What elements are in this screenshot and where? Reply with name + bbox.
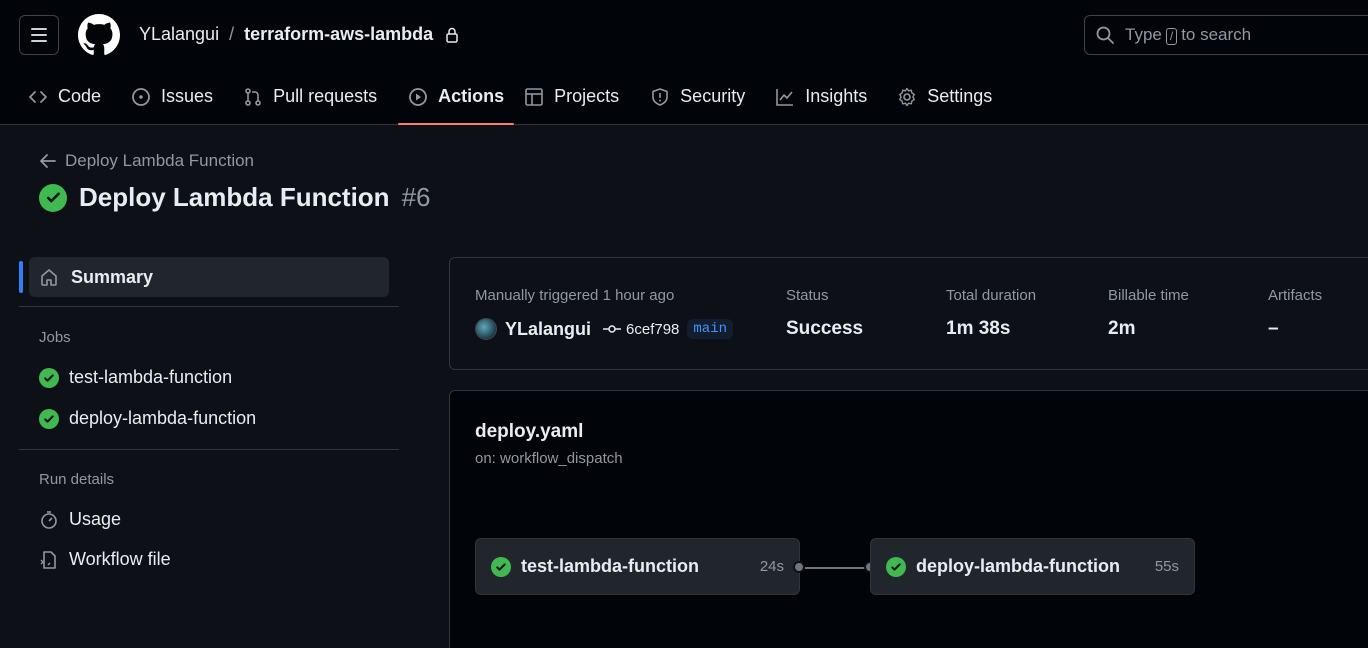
tab-label: Security xyxy=(680,86,746,106)
repo-owner-link[interactable]: YLalangui xyxy=(139,24,219,45)
sidebar-item-usage[interactable]: Usage xyxy=(39,509,121,530)
duration-label: Total duration xyxy=(946,287,1037,304)
graph-icon xyxy=(776,88,794,106)
menu-bar xyxy=(31,34,47,36)
search-icon xyxy=(1096,26,1114,44)
sidebar-item-label: Summary xyxy=(71,266,154,287)
github-logo-icon[interactable] xyxy=(78,14,120,56)
artifacts-label: Artifacts xyxy=(1268,287,1323,304)
success-check-icon xyxy=(39,408,59,429)
workflow-graph-card: deploy.yaml on: workflow_dispatch test-l… xyxy=(449,390,1368,648)
sidebar-item-label: deploy-lambda-function xyxy=(69,408,257,428)
repo-header: YLalangui / terraform-aws-lambda Type / to… xyxy=(0,0,1368,125)
back-to-workflow-link[interactable]: Deploy Lambda Function xyxy=(39,151,254,171)
repo-name-link[interactable]: terraform-aws-lambda xyxy=(244,24,433,45)
status-value: Success xyxy=(786,318,864,339)
tab-projects[interactable]: Projects xyxy=(514,68,629,125)
tab-label: Issues xyxy=(161,86,214,106)
search-placeholder-post: to search xyxy=(1181,25,1252,44)
tab-settings[interactable]: Settings xyxy=(887,68,1002,125)
sidebar-job-deploy[interactable]: deploy-lambda-function xyxy=(39,408,256,429)
tab-label: Actions xyxy=(438,86,505,106)
success-check-icon xyxy=(886,556,906,577)
menu-bar xyxy=(31,28,47,30)
code-icon xyxy=(29,90,47,103)
job-name: deploy-lambda-function xyxy=(916,556,1120,576)
shield-icon xyxy=(652,87,668,106)
job-duration: 55s xyxy=(1154,558,1179,575)
tab-label: Code xyxy=(58,86,102,106)
menu-bar xyxy=(31,40,47,42)
sidebar-divider xyxy=(19,306,399,307)
billable-label: Billable time xyxy=(1108,287,1189,304)
trigger-label: Manually triggered 1 hour ago xyxy=(475,287,675,304)
status-label: Status xyxy=(786,287,829,304)
workflow-file-name[interactable]: deploy.yaml xyxy=(475,421,583,443)
tab-label: Projects xyxy=(554,86,620,106)
tab-security[interactable]: Security xyxy=(640,68,755,125)
search-shortcut-key: / xyxy=(1165,28,1178,45)
tab-issues[interactable]: Issues xyxy=(121,68,223,125)
back-label: Deploy Lambda Function xyxy=(65,151,255,170)
home-icon xyxy=(41,269,57,286)
commit-sha: 6cef798 xyxy=(626,320,680,338)
run-details-heading: Run details xyxy=(39,471,115,488)
arrow-left-icon xyxy=(40,154,56,168)
tab-code[interactable]: Code xyxy=(18,68,111,125)
tab-label: Settings xyxy=(927,86,993,106)
tab-pull-requests[interactable]: Pull requests xyxy=(233,68,387,125)
pull-request-icon xyxy=(245,87,261,106)
artifacts-value: – xyxy=(1268,318,1279,339)
gear-icon xyxy=(899,87,916,106)
connector-dot xyxy=(793,561,805,573)
jobs-heading: Jobs xyxy=(39,329,71,346)
page-title: Deploy Lambda Function #6 xyxy=(39,182,431,213)
branch-badge[interactable]: main xyxy=(687,319,734,339)
breadcrumb-separator: / xyxy=(229,24,235,44)
stopwatch-icon xyxy=(41,510,57,529)
sidebar-item-label: Workflow file xyxy=(69,549,171,569)
play-icon xyxy=(409,87,428,106)
tab-label: Insights xyxy=(805,86,868,106)
success-check-icon xyxy=(39,367,59,388)
job-duration: 24s xyxy=(759,558,784,575)
commit-icon xyxy=(603,325,622,333)
search-placeholder: Type / to search xyxy=(1125,25,1251,45)
sidebar-item-label: test-lambda-function xyxy=(69,367,233,387)
billable-value: 2m xyxy=(1108,318,1136,339)
workflow-trigger: on: workflow_dispatch xyxy=(475,450,623,467)
selected-indicator xyxy=(19,261,23,293)
lock-icon xyxy=(446,27,458,43)
job-node-test[interactable]: test-lambda-function 24s xyxy=(475,538,800,595)
file-code-icon xyxy=(40,550,56,569)
repo-nav-tabs: Code Issues Pull requests Actions Projec… xyxy=(0,68,1002,125)
menu-button[interactable] xyxy=(19,15,59,55)
success-check-icon xyxy=(491,556,511,577)
table-icon xyxy=(525,87,543,106)
issue-icon xyxy=(132,87,150,106)
search-placeholder-pre: Type xyxy=(1125,25,1162,44)
repo-breadcrumb: YLalangui / terraform-aws-lambda xyxy=(139,24,459,45)
job-connector-line xyxy=(805,567,869,569)
avatar[interactable] xyxy=(475,318,497,340)
trigger-info: YLalangui 6cef798 main xyxy=(475,318,734,340)
job-name: test-lambda-function xyxy=(521,556,699,576)
tab-actions[interactable]: Actions xyxy=(398,68,515,125)
run-number: #6 xyxy=(401,182,431,212)
job-node-deploy[interactable]: deploy-lambda-function 55s xyxy=(870,538,1195,595)
sidebar-item-summary[interactable]: Summary xyxy=(29,257,389,297)
run-title: Deploy Lambda Function xyxy=(79,182,390,212)
tab-label: Pull requests xyxy=(273,86,378,106)
success-check-icon xyxy=(39,183,67,212)
sidebar-item-workflow-file[interactable]: Workflow file xyxy=(39,549,171,570)
duration-value: 1m 38s xyxy=(946,318,1011,339)
commit-link[interactable]: 6cef798 xyxy=(603,321,679,338)
run-summary-card: Manually triggered 1 hour ago YLalangui … xyxy=(449,257,1368,370)
sidebar-job-test[interactable]: test-lambda-function xyxy=(39,367,232,388)
actor-link[interactable]: YLalangui xyxy=(505,319,591,340)
sidebar-divider xyxy=(19,449,399,450)
tab-insights[interactable]: Insights xyxy=(765,68,877,125)
sidebar-item-label: Usage xyxy=(69,509,122,529)
search-input[interactable]: Type / to search xyxy=(1084,15,1368,55)
